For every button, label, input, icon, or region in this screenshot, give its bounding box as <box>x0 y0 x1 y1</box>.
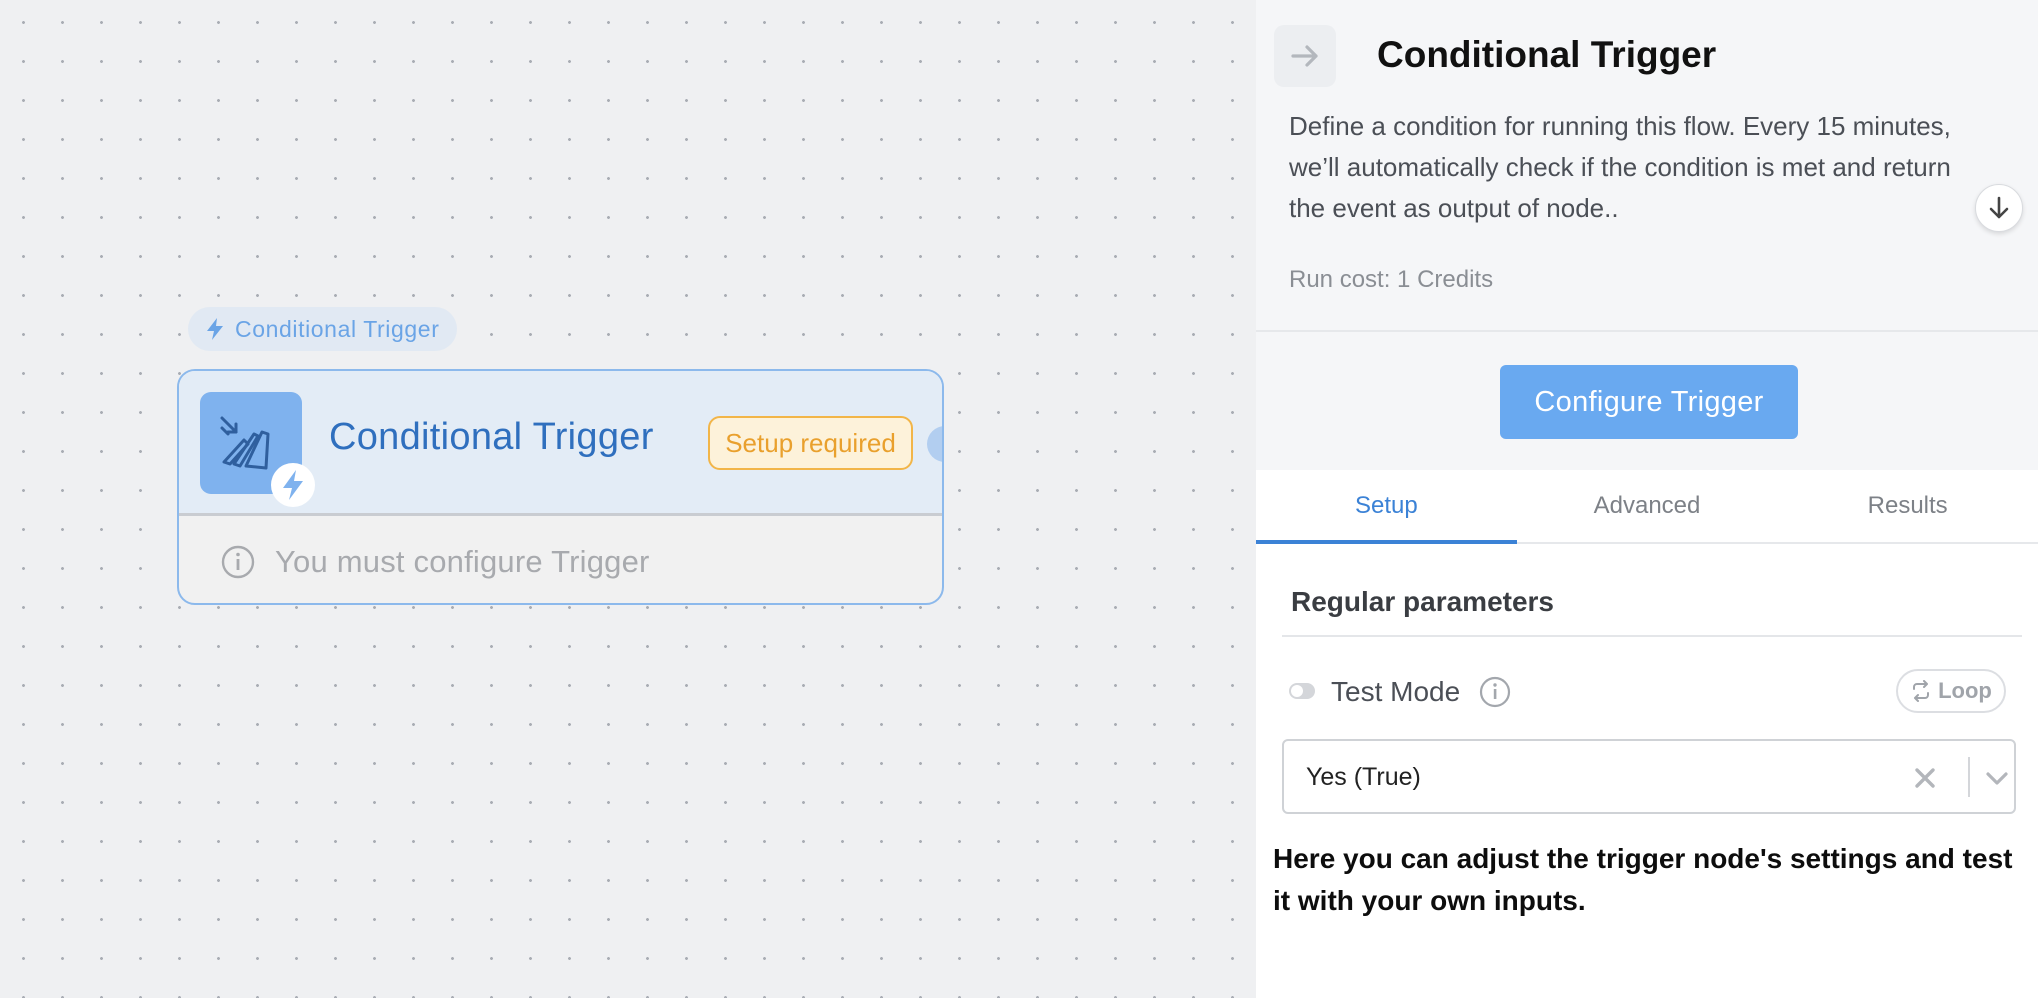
test-mode-select[interactable]: Yes (True) <box>1282 739 2016 814</box>
configure-trigger-button[interactable]: Configure Trigger <box>1500 365 1798 439</box>
tab-setup[interactable]: Setup <box>1256 470 1517 544</box>
bolt-badge <box>271 463 315 507</box>
flow-canvas[interactable]: Conditional Trigger Conditional Trigger … <box>0 0 1256 998</box>
node-icon <box>200 392 315 507</box>
node-message-row: You must configure Trigger <box>179 519 942 603</box>
info-icon[interactable] <box>1479 676 1511 708</box>
panel-title: Conditional Trigger <box>1377 34 1717 75</box>
loop-icon <box>1913 680 1930 702</box>
trigger-glyph-icon <box>220 416 270 470</box>
node-title: Conditional Trigger <box>329 416 654 458</box>
arrow-right-icon <box>1291 45 1318 67</box>
help-tip: Here you can adjust the trigger node's s… <box>1273 843 2013 916</box>
node-tag-label: Conditional Trigger <box>235 315 440 342</box>
panel-header: Conditional Trigger Define a condition f… <box>1256 0 2038 470</box>
scroll-down-button[interactable] <box>1975 184 2023 232</box>
loop-label: Loop <box>1938 678 1992 703</box>
settings-panel: Conditional Trigger Define a condition f… <box>1256 0 2038 998</box>
arrow-down-icon <box>1989 196 2009 219</box>
tab-advanced[interactable]: Advanced <box>1517 470 1778 542</box>
node-tag[interactable]: Conditional Trigger <box>188 307 458 351</box>
panel-description: Define a condition for running this flow… <box>1289 111 1951 223</box>
test-mode-toggle[interactable] <box>1289 683 1315 699</box>
divider <box>1282 635 2022 637</box>
tab-results[interactable]: Results <box>1777 470 2038 542</box>
test-mode-label: Test Mode <box>1331 676 1461 707</box>
bolt-icon <box>283 470 303 500</box>
section-title: Regular parameters <box>1291 586 1555 617</box>
panel-tabs: Setup Advanced Results <box>1256 470 2038 544</box>
divider <box>1256 330 2038 332</box>
loop-button[interactable]: Loop <box>1896 669 2006 713</box>
collapse-panel-button[interactable] <box>1274 25 1336 87</box>
chevron-down-icon[interactable] <box>1984 767 2010 789</box>
info-icon <box>221 545 255 579</box>
run-cost: Run cost: 1 Credits <box>1289 266 1494 293</box>
select-value: Yes (True) <box>1306 763 1421 791</box>
select-separator <box>1968 757 1970 797</box>
clear-icon[interactable] <box>1912 765 1938 791</box>
node-header: Conditional Trigger Setup required <box>179 371 942 516</box>
output-handle[interactable] <box>927 426 942 462</box>
bolt-icon <box>207 318 223 340</box>
status-badge: Setup required <box>708 416 913 470</box>
trigger-node[interactable]: Conditional Trigger Setup required You m… <box>177 369 944 605</box>
node-message: You must configure Trigger <box>275 544 650 579</box>
